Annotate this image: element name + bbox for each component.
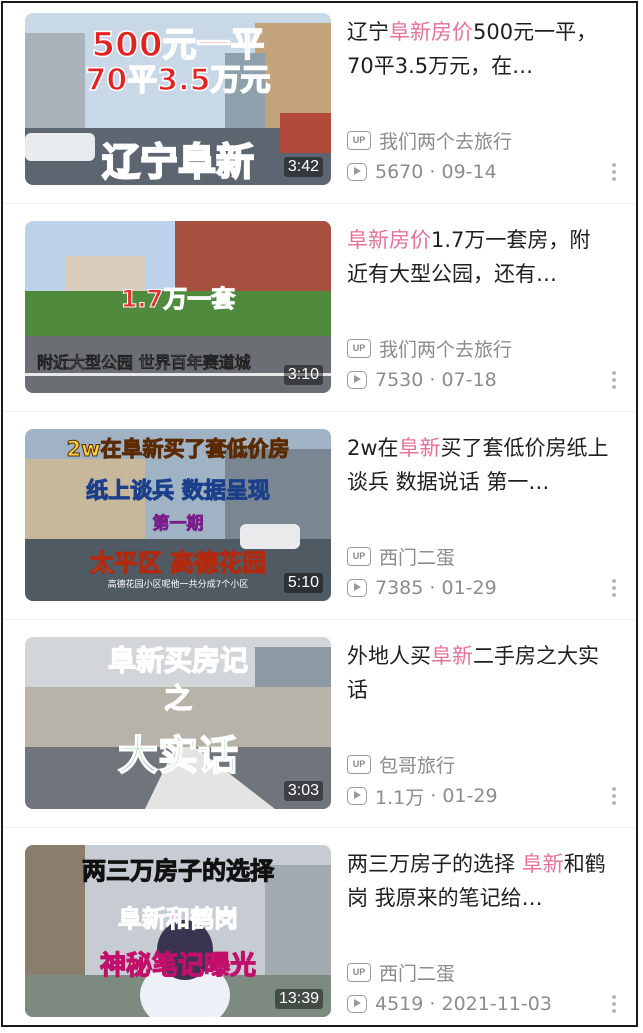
thumbnail-caption: 1.7万一套 [120, 285, 236, 314]
view-count: 1.1万 [375, 786, 425, 809]
view-count: 7385 [375, 577, 424, 599]
uploader-row[interactable]: UP 我们两个去旅行 [347, 127, 512, 153]
play-icon [347, 371, 367, 389]
title-text: 外地人买 [347, 644, 431, 668]
title-text: 两三万房子的选择 [347, 852, 522, 876]
video-thumbnail[interactable]: 1.7万一套 附近大型公园 世界百年赛道城 3:10 [25, 221, 331, 393]
thumbnail-caption: 纸上谈兵 数据呈现 [86, 479, 271, 505]
view-count: 5670 [375, 161, 424, 183]
video-thumbnail[interactable]: 2w在阜新买了套低价房 纸上谈兵 数据呈现 第一期 太平区 高德花园 高德花园小… [25, 429, 331, 601]
publish-date: 2021-11-03 [441, 993, 552, 1015]
more-vertical-icon[interactable] [609, 159, 619, 185]
play-icon [347, 163, 367, 181]
thumbnail-caption: 第一期 [152, 514, 204, 535]
video-item[interactable]: 2w在阜新买了套低价房 纸上谈兵 数据呈现 第一期 太平区 高德花园 高德花园小… [3, 427, 636, 635]
thumbnail-caption: 之 [163, 681, 192, 715]
more-vertical-icon[interactable] [609, 991, 619, 1017]
title-keyword: 阜新 [431, 644, 473, 668]
title-text: 2w在 [347, 436, 399, 460]
view-count: 4519 [375, 993, 424, 1015]
title-keyword: 阜新 [398, 436, 441, 460]
video-item[interactable]: 两三万房子的选择 阜新和鹤岗 神秘笔记曝光 13:39 两三万房子的选择 阜新和… [3, 843, 636, 1025]
stats-row: 7530 · 07-18 [347, 367, 497, 393]
up-icon: UP [347, 546, 371, 566]
up-icon: UP [347, 338, 371, 358]
meta-separator: · [423, 993, 442, 1015]
uploader-row[interactable]: UP 我们两个去旅行 [347, 335, 512, 361]
video-duration: 13:39 [274, 989, 323, 1009]
video-title[interactable]: 阜新房价1.7万一套房，附近有大型公园，还有… [347, 223, 609, 291]
uploader-row[interactable]: UP 西门二蛋 [347, 959, 455, 985]
divider [3, 619, 636, 620]
view-count: 7530 [375, 369, 424, 391]
uploader-name: 包哥旅行 [379, 754, 456, 777]
thumbnail-caption: 2w在阜新买了套低价房 [66, 437, 290, 462]
publish-date: 07-18 [441, 369, 497, 391]
title-keyword: 阜新房价 [347, 228, 431, 252]
thumbnail-caption: 神秘笔记曝光 [99, 950, 256, 981]
video-duration: 3:42 [283, 157, 323, 177]
uploader-name: 西门二蛋 [379, 546, 456, 569]
play-icon [347, 787, 367, 805]
video-duration: 3:10 [283, 365, 323, 385]
video-duration: 3:03 [283, 781, 323, 801]
uploader-row[interactable]: UP 西门二蛋 [347, 543, 455, 569]
stats-row: 7385 · 01-29 [347, 575, 497, 601]
video-thumbnail[interactable]: 500元一平 70平3.5万元 辽宁阜新 3:42 [25, 13, 331, 185]
meta-separator: · [423, 369, 442, 391]
play-icon [347, 995, 367, 1013]
meta-separator: · [424, 785, 443, 807]
meta-separator: · [423, 161, 442, 183]
video-title[interactable]: 外地人买阜新二手房之大实话 [347, 639, 609, 707]
thumbnail-caption: 阜新买房记 [107, 643, 248, 677]
title-text: 辽宁 [347, 20, 389, 44]
uploader-name: 我们两个去旅行 [379, 130, 513, 153]
divider [3, 411, 636, 412]
more-vertical-icon[interactable] [609, 367, 619, 393]
title-keyword: 阜新 [521, 852, 564, 876]
title-keyword: 阜新房价 [389, 20, 473, 44]
video-thumbnail[interactable]: 阜新买房记 之 大实话 3:03 [25, 637, 331, 809]
more-vertical-icon[interactable] [609, 575, 619, 601]
up-icon: UP [347, 962, 371, 982]
video-title[interactable]: 辽宁阜新房价500元一平，70平3.5万元，在… [347, 15, 609, 83]
divider [3, 203, 636, 204]
publish-date: 09-14 [441, 161, 497, 183]
video-item[interactable]: 1.7万一套 附近大型公园 世界百年赛道城 3:10 阜新房价1.7万一套房，附… [3, 219, 636, 427]
up-icon: UP [347, 754, 371, 774]
divider [3, 827, 636, 828]
video-item[interactable]: 500元一平 70平3.5万元 辽宁阜新 3:42 辽宁阜新房价500元一平，7… [3, 11, 636, 219]
video-list: 500元一平 70平3.5万元 辽宁阜新 3:42 辽宁阜新房价500元一平，7… [1, 1, 638, 1027]
stats-row: 4519 · 2021-11-03 [347, 991, 552, 1017]
video-title[interactable]: 两三万房子的选择 阜新和鹤岗 我原来的笔记给… [347, 847, 609, 915]
more-vertical-icon[interactable] [609, 783, 619, 809]
publish-date: 01-29 [441, 577, 497, 599]
meta-separator: · [423, 577, 442, 599]
publish-date: 01-29 [442, 785, 498, 807]
stats-row: 5670 · 09-14 [347, 159, 497, 185]
video-item[interactable]: 阜新买房记 之 大实话 3:03 外地人买阜新二手房之大实话 UP 包哥旅行 1… [3, 635, 636, 843]
thumbnail-caption: 70平3.5万元 [85, 62, 271, 99]
uploader-name: 西门二蛋 [379, 962, 456, 985]
uploader-name: 我们两个去旅行 [379, 338, 513, 361]
up-icon: UP [347, 130, 371, 150]
video-duration: 5:10 [283, 573, 323, 593]
video-title[interactable]: 2w在阜新买了套低价房纸上谈兵 数据说话 第一… [347, 431, 609, 499]
play-icon [347, 579, 367, 597]
thumbnail-caption: 两三万房子的选择 [82, 857, 275, 886]
video-thumbnail[interactable]: 两三万房子的选择 阜新和鹤岗 神秘笔记曝光 13:39 [25, 845, 331, 1017]
uploader-row[interactable]: UP 包哥旅行 [347, 751, 455, 777]
thumbnail-caption: 大实话 [117, 732, 239, 780]
thumbnail-caption: 阜新和鹤岗 [118, 905, 239, 934]
stats-row: 1.1万 · 01-29 [347, 783, 498, 809]
